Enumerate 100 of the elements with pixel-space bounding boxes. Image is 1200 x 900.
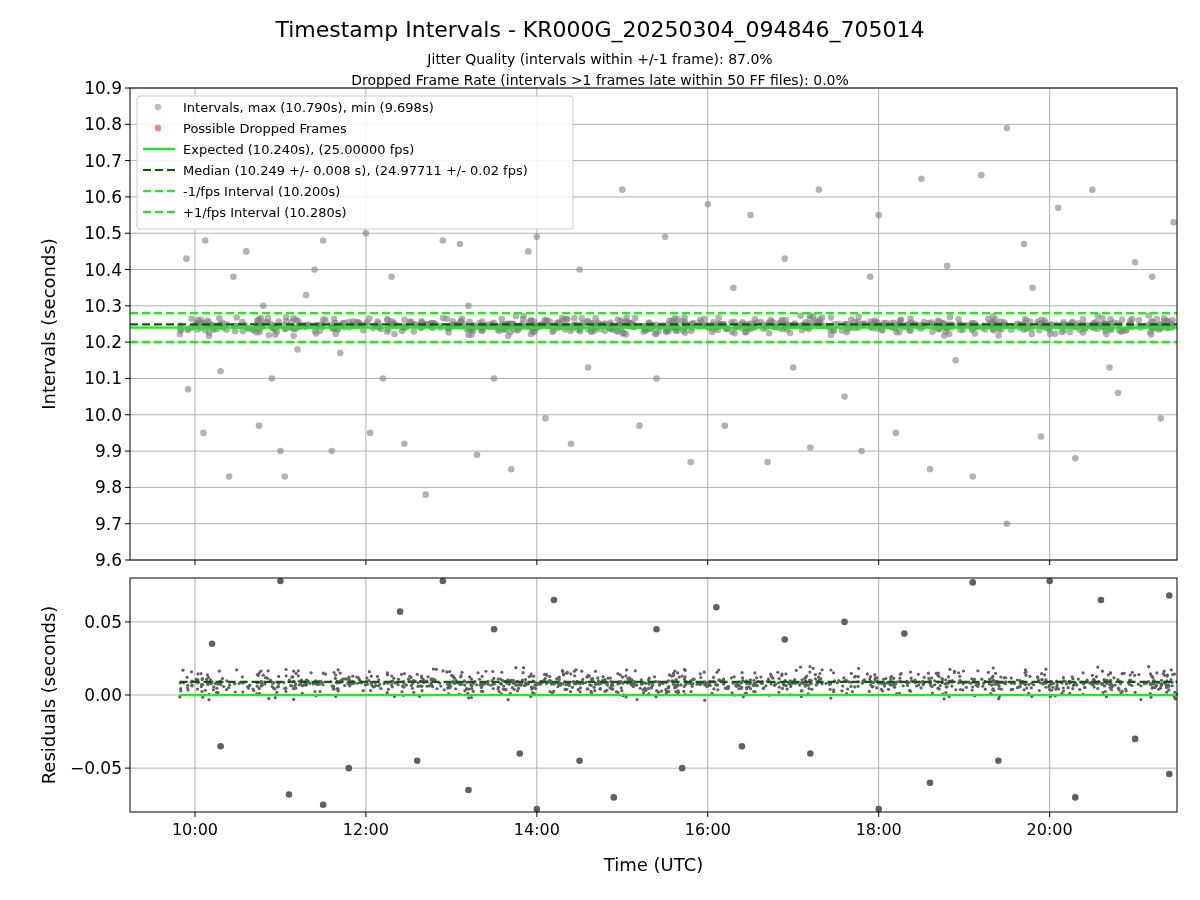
data-point	[1106, 364, 1113, 371]
data-point	[184, 386, 192, 393]
data-point	[875, 211, 882, 219]
data-point	[473, 451, 481, 458]
data-point	[302, 291, 310, 299]
data-point	[225, 473, 233, 480]
data-point	[200, 429, 207, 437]
x-tick-label: 16:00	[684, 820, 731, 839]
legend-marker-icon	[154, 124, 162, 132]
legend-label: Expected (10.240s), (25.00000 fps)	[183, 141, 415, 157]
data-point	[1072, 455, 1079, 462]
data-point	[781, 636, 788, 643]
data-point	[268, 375, 276, 382]
y-tick-label: 10.2	[84, 332, 122, 353]
data-point	[490, 375, 498, 382]
data-point	[576, 266, 583, 273]
data-point	[789, 364, 797, 371]
data-point	[653, 375, 660, 382]
y-tick-label: 9.7	[94, 513, 122, 534]
data-point	[1157, 415, 1165, 422]
data-point	[1037, 433, 1045, 440]
data-point	[490, 625, 498, 633]
data-point	[943, 262, 951, 270]
data-point	[1114, 389, 1122, 397]
data-point	[764, 458, 771, 466]
data-point	[401, 440, 408, 448]
y-tick-label: 10.1	[84, 368, 122, 389]
data-point	[815, 186, 823, 193]
data-point	[550, 596, 558, 604]
data-point	[465, 302, 472, 310]
data-point	[892, 429, 900, 437]
data-point	[1131, 259, 1139, 266]
data-point	[730, 284, 737, 291]
data-point	[366, 429, 374, 437]
data-point	[747, 211, 754, 219]
data-point	[230, 273, 237, 281]
data-point	[926, 779, 934, 787]
data-point	[901, 630, 908, 637]
data-point	[362, 229, 370, 237]
y-tick-label: 9.9	[94, 441, 122, 462]
legend-label: Median (10.249 +/- 0.008 s), (24.97711 +/- 0.02 fps)	[183, 162, 528, 178]
y-tick-label: 10.5	[84, 223, 122, 244]
data-point	[687, 458, 694, 466]
data-point	[277, 577, 284, 585]
data-point	[345, 764, 353, 772]
y-tick-label: 10.7	[84, 150, 122, 171]
data-point	[542, 415, 549, 422]
legend-label: Possible Dropped Frames	[183, 120, 347, 136]
y-tick-label: 9.6	[94, 550, 122, 570]
x-tick-label: 20:00	[1026, 820, 1073, 839]
data-point	[1148, 273, 1156, 281]
legend-label: -1/fps Interval (10.200s)	[183, 183, 341, 199]
data-point	[294, 346, 301, 353]
data-point	[201, 237, 209, 244]
x-tick-label: 12:00	[342, 820, 389, 839]
data-point	[507, 465, 515, 473]
data-point	[1054, 204, 1062, 212]
y-tick-label: 0.05	[84, 611, 122, 632]
data-point	[217, 742, 224, 750]
data-point	[388, 273, 395, 281]
figure-title: Timestamp Intervals - KR000G_20250304_094846_705014	[275, 17, 925, 42]
data-point	[255, 422, 263, 429]
data-point	[1097, 596, 1105, 604]
data-point	[525, 248, 532, 255]
x-axis-label: Time (UTC)	[603, 854, 704, 875]
data-point	[576, 757, 583, 765]
data-point	[328, 447, 335, 455]
data-point	[465, 786, 472, 794]
data-point	[807, 750, 814, 757]
data-point	[439, 237, 447, 244]
data-point	[841, 393, 848, 400]
data-point	[533, 233, 541, 241]
data-point	[969, 473, 977, 480]
data-point	[721, 422, 729, 429]
data-point	[807, 444, 814, 451]
data-point	[1089, 186, 1096, 193]
legend-label: Intervals, max (10.790s), min (9.698s)	[183, 99, 434, 115]
data-point	[875, 805, 882, 813]
data-point	[208, 640, 216, 648]
data-point	[1029, 284, 1036, 291]
y-tick-label: 10.9	[84, 78, 122, 98]
data-point	[969, 579, 977, 586]
data-point	[217, 367, 224, 375]
y-axis-label: Intervals (seconds)	[38, 238, 59, 410]
data-point	[413, 757, 421, 765]
y-tick-label: 10.0	[84, 404, 122, 425]
x-tick-label: 10:00	[171, 820, 218, 839]
data-point	[584, 364, 592, 371]
figure-subtitle: Jitter Quality (intervals within +/-1 frame): 87.0%	[427, 51, 773, 67]
data-point	[713, 603, 720, 611]
data-point	[516, 750, 524, 757]
data-point	[1072, 794, 1079, 801]
data-point	[439, 577, 447, 585]
data-point	[277, 447, 284, 455]
data-point	[285, 791, 293, 798]
legend-marker-icon	[154, 103, 162, 111]
y-tick-label: 10.8	[84, 114, 122, 135]
data-point	[926, 465, 934, 473]
data-point	[319, 237, 327, 244]
data-point	[781, 255, 788, 262]
